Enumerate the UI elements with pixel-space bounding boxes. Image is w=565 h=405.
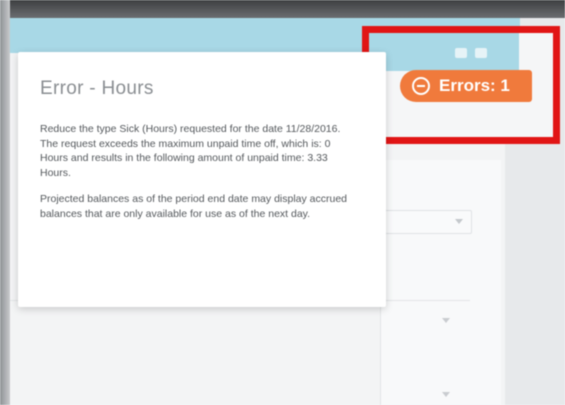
error-popover: Error - Hours Reduce the type Sick (Hour…	[18, 52, 386, 307]
window-frame-top	[0, 0, 565, 18]
period-dropdown[interactable]	[380, 210, 472, 234]
chevron-down-icon	[455, 219, 463, 224]
popover-title: Error - Hours	[40, 78, 154, 99]
screen: Errors: 1 Error - Hours Reduce the type …	[0, 0, 565, 405]
popover-body: Reduce the type Sick (Hours) requested f…	[40, 122, 360, 233]
window-frame-left	[0, 0, 10, 405]
popover-paragraph: Reduce the type Sick (Hours) requested f…	[40, 123, 341, 179]
red-highlight-box	[362, 26, 560, 144]
background-panel	[380, 160, 501, 405]
chevron-down-icon[interactable]	[442, 392, 450, 397]
chevron-down-icon[interactable]	[442, 318, 450, 323]
popover-paragraph: Projected balances as of the period end …	[40, 193, 348, 220]
